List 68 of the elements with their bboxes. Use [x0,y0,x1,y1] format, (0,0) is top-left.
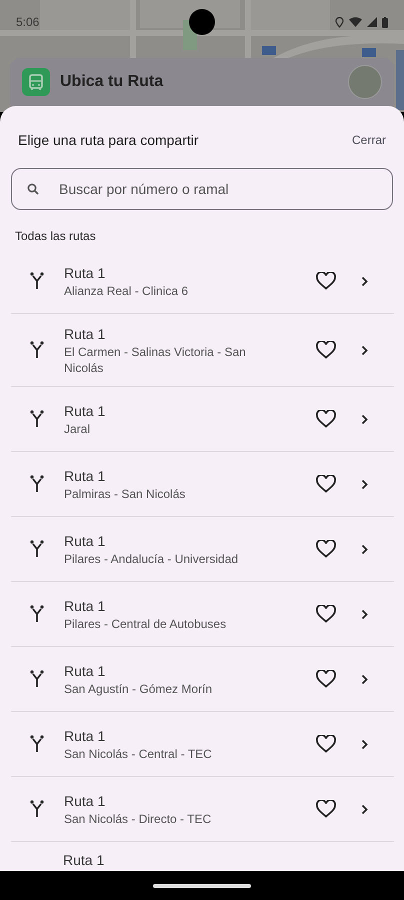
route-name: Ruta 1 [64,264,106,283]
heart-icon[interactable] [316,341,336,359]
heart-icon[interactable] [316,800,336,818]
fork-icon [30,605,44,623]
route-branch: Palmiras - San Nicolás [64,486,186,502]
route-item[interactable]: Ruta 1 Alianza Real - Clinica 6 [11,249,394,314]
chevron-icon [361,414,368,424]
route-item[interactable]: Ruta 1 Palmiras - San Nicolás [11,452,394,517]
route-branch: El Carmen - Salinas Victoria - San Nicolás [64,344,247,376]
fork-icon [30,540,44,558]
fork-icon [30,410,44,428]
route-name: Ruta 1 [64,727,106,746]
home-handle[interactable] [153,884,251,888]
section-label: Todas las rutas [15,228,97,244]
route-item[interactable]: Ruta 1 Pilares - Central de Autobuses [11,582,394,647]
search-field[interactable]: Buscar por número o ramal [11,168,393,210]
search-icon [27,183,39,195]
signal-icon [367,17,377,27]
route-name: Ruta 1 [64,597,106,616]
route-item[interactable]: Ruta 1 San Nicolás - Directo - TEC [11,777,394,842]
route-branch: San Agustín - Gómez Morín [64,681,214,697]
route-item[interactable]: Ruta 1 Jaral [11,387,394,452]
route-branch: Pilares - Central de Autobuses [64,616,228,632]
app-title: Ubica tu Ruta [60,73,164,91]
route-item[interactable]: Ruta 1 San Agustín - Gómez Morín [11,647,394,712]
route-item[interactable]: Ruta 1 Pilares - Andalucía - Universidad [11,517,394,582]
route-name: Ruta 1 [64,325,106,344]
route-name: Ruta 1 [63,851,106,870]
heart-icon[interactable] [316,670,336,688]
route-name: Ruta 1 [64,402,106,421]
close-button[interactable]: Cerrar [348,129,390,151]
chevron-icon [361,738,368,750]
heart-icon[interactable] [316,410,336,428]
route-branch: San Nicolás - Central - TEC [64,746,213,762]
heart-icon[interactable] [316,540,336,558]
sheet-title: Elige una ruta para compartir [18,132,199,148]
bus-logo-icon [22,68,50,96]
fork-icon [30,800,44,818]
chevron-icon [361,544,368,554]
heart-icon[interactable] [316,605,336,623]
location-icon [335,16,344,28]
fork-icon [30,735,44,753]
chevron-icon [361,804,368,814]
route-item[interactable]: Ruta 1 El Carmen - Salinas Victoria - San Nicolás [11,314,394,387]
heart-icon[interactable] [316,735,336,753]
route-name: Ruta 1 [64,532,106,551]
route-name: Ruta 1 [64,467,106,486]
chevron-icon [361,344,368,356]
route-branch: Jaral [64,421,92,437]
fork-icon [30,272,44,290]
route-branch: Alianza Real - Clinica 6 [64,283,190,299]
chevron-icon [361,674,368,684]
status-time: 5:06 [16,15,40,29]
chevron-icon [361,608,368,620]
fork-icon [30,341,44,359]
fork-icon [30,670,44,688]
route-branch: Pilares - Andalucía - Universidad [64,551,240,567]
wifi-icon [349,17,362,27]
battery-icon [382,16,388,28]
route-name: Ruta 1 [64,792,106,811]
heart-icon[interactable] [316,272,336,290]
route-item[interactable]: Ruta 1 San Nicolás - Central - TEC [11,712,394,777]
chevron-icon [361,478,368,490]
fork-icon [30,475,44,493]
route-branch: San Nicolás - Directo - TEC [64,811,212,827]
route-name: Ruta 1 [64,662,106,681]
heart-icon[interactable] [316,475,336,493]
chevron-icon [361,276,368,286]
